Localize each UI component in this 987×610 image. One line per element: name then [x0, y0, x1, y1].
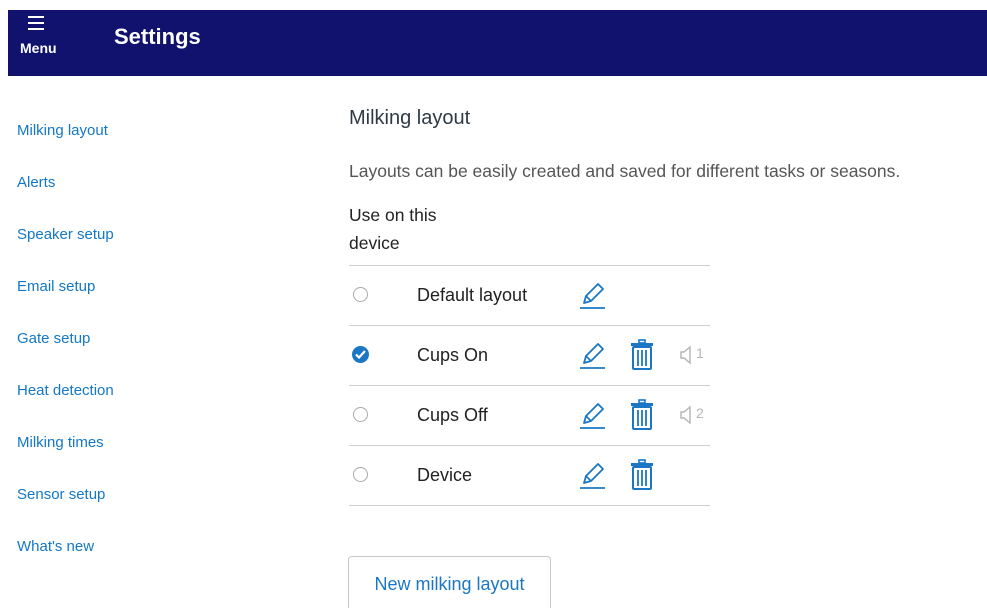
pencil-icon[interactable] [577, 280, 607, 310]
layout-row: Cups Off 2 [349, 386, 710, 446]
page-description: Layouts can be easily created and saved … [349, 161, 901, 181]
sidebar-item-whats-new[interactable]: What's new [17, 538, 94, 555]
layout-name: Default layout [417, 285, 528, 305]
pencil-icon[interactable] [577, 460, 607, 490]
layout-row: Device [349, 446, 710, 506]
sidebar-item-milking-layout[interactable]: Milking layout [17, 122, 108, 139]
layout-name: Device [417, 465, 473, 485]
page-header-title: Settings [114, 24, 201, 49]
layout-radio[interactable] [353, 287, 368, 302]
hamburger-icon [28, 12, 44, 30]
sidebar-item-sensor-setup[interactable]: Sensor setup [17, 486, 105, 503]
layout-row: Default layout [349, 266, 710, 326]
layout-name: Cups On [417, 345, 489, 365]
speaker-number: 1 [696, 345, 704, 361]
top-bar: Menu Settings [8, 10, 987, 76]
speaker-icon: 2 [679, 403, 711, 427]
layout-radio[interactable] [353, 467, 368, 482]
menu-label: Menu [20, 40, 57, 56]
trash-icon[interactable] [629, 459, 655, 491]
pencil-icon[interactable] [577, 400, 607, 430]
speaker-icon: 1 [679, 343, 711, 367]
trash-icon[interactable] [629, 339, 655, 371]
sidebar-item-speaker-setup[interactable]: Speaker setup [17, 226, 114, 243]
layout-list: Default layout Cups On 1 Cups Off 2 Devi… [349, 265, 710, 506]
new-milking-layout-button[interactable]: New milking layout [348, 556, 551, 608]
sidebar-item-milking-times[interactable]: Milking times [17, 434, 104, 451]
sidebar-item-email-setup[interactable]: Email setup [17, 278, 95, 295]
sidebar-item-alerts[interactable]: Alerts [17, 174, 55, 191]
sidebar-item-heat-detection[interactable]: Heat detection [17, 382, 114, 399]
column-header-use-on-device: Use on this device [349, 205, 437, 253]
pencil-icon[interactable] [577, 340, 607, 370]
layout-name: Cups Off [417, 405, 488, 425]
layout-radio[interactable] [353, 407, 368, 422]
check-circle-icon[interactable] [352, 346, 369, 363]
speaker-number: 2 [696, 405, 704, 421]
menu-button[interactable]: Menu [16, 10, 76, 76]
trash-icon[interactable] [629, 399, 655, 431]
layout-row: Cups On 1 [349, 326, 710, 386]
sidebar-item-gate-setup[interactable]: Gate setup [17, 330, 90, 347]
page-title: Milking layout [349, 107, 471, 129]
